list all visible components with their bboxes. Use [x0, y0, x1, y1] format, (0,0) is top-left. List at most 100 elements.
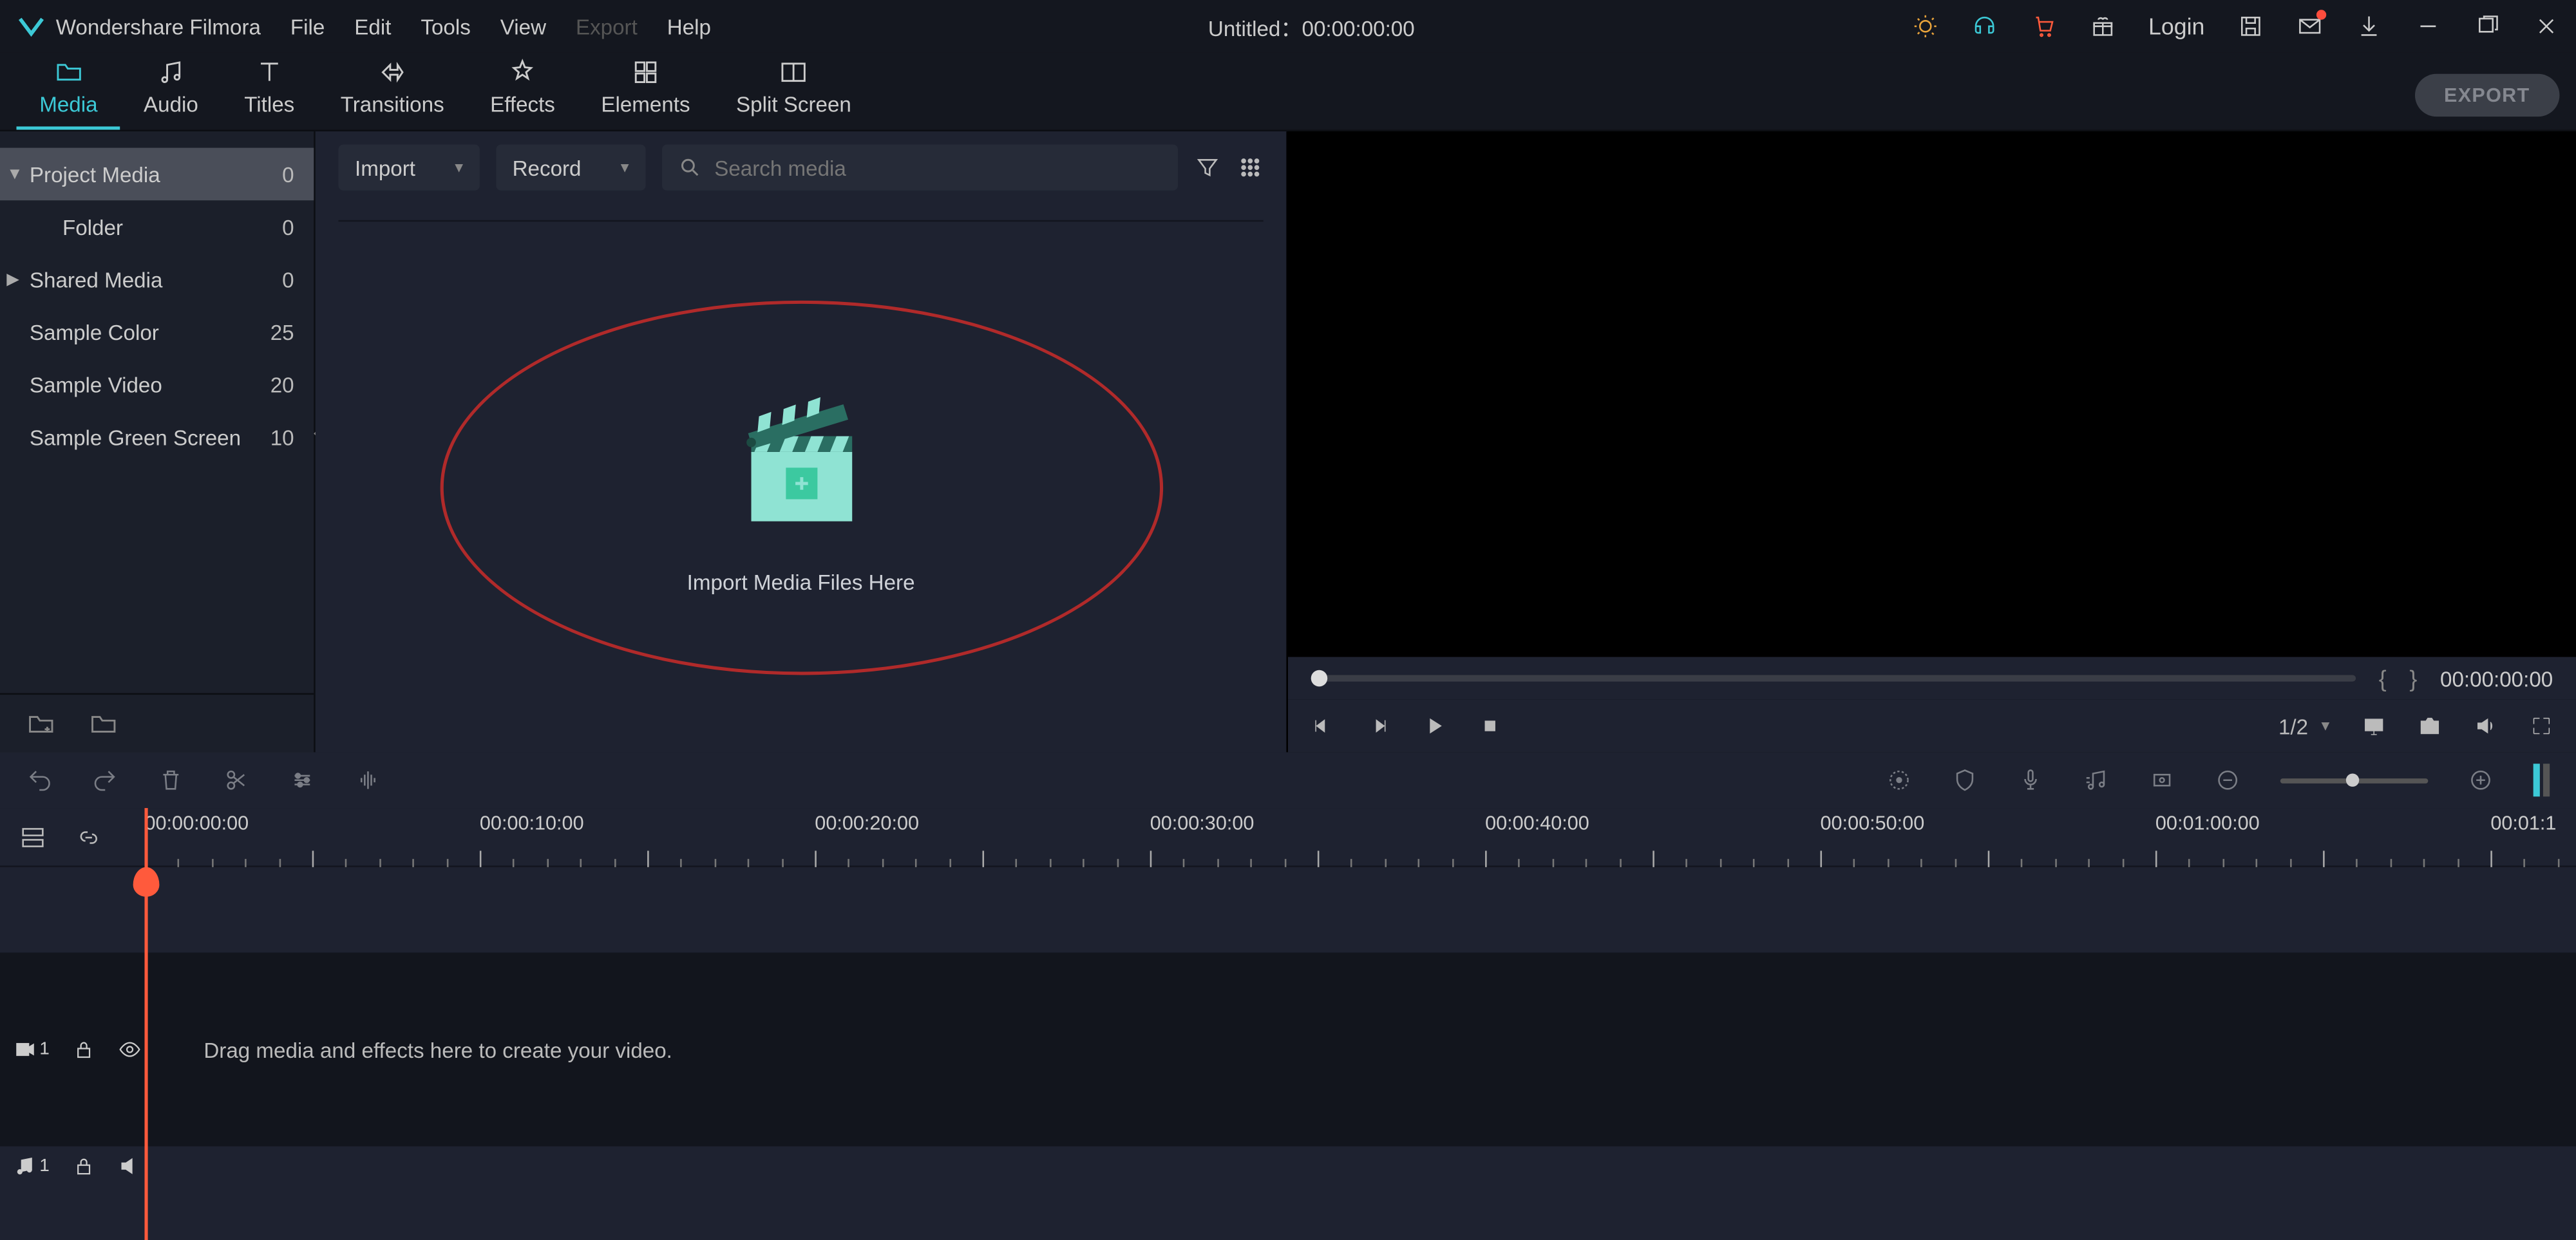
snapshot-icon[interactable]	[2418, 715, 2441, 738]
clapperboard-icon	[722, 379, 880, 537]
time-ruler[interactable]: 00:00:00:0000:00:10:0000:00:20:0000:00:3…	[144, 807, 2575, 867]
mute-icon[interactable]	[118, 1154, 142, 1178]
play-icon[interactable]	[1423, 715, 1446, 738]
window-maximize-icon[interactable]	[2474, 13, 2501, 39]
next-frame-icon[interactable]	[1367, 715, 1390, 738]
tab-titles[interactable]: Titles	[222, 51, 317, 129]
video-preview[interactable]	[1288, 131, 2576, 657]
tab-effects[interactable]: Effects	[467, 51, 578, 129]
window-minimize-icon[interactable]	[2415, 13, 2441, 39]
title-bar: Wondershare Filmora File Edit Tools View Exp…	[0, 0, 2576, 53]
ruler-label: 00:00:00:00	[144, 811, 249, 834]
grid-view-icon[interactable]	[1237, 155, 1264, 181]
menu-view[interactable]: View	[500, 14, 546, 39]
redo-icon[interactable]	[92, 767, 118, 793]
ruler-label: 00:00:40:00	[1485, 811, 1589, 834]
gift-icon[interactable]	[2089, 13, 2116, 39]
app-logo-icon	[17, 12, 46, 41]
download-icon[interactable]	[2356, 13, 2382, 39]
preview-scrub-slider[interactable]	[1311, 675, 2356, 681]
tab-split-screen[interactable]: Split Screen	[713, 51, 874, 129]
voiceover-icon[interactable]	[2018, 767, 2044, 793]
preview-timecode: 00:00:00:00	[2440, 666, 2553, 690]
media-panel: Import▾ Record▾	[316, 131, 1288, 752]
audio-mixer-icon[interactable]	[2083, 767, 2110, 793]
ruler-label: 00:01:1	[2490, 811, 2556, 834]
sidebar-item-folder[interactable]: Folder0	[0, 200, 314, 253]
module-tabs: MediaAudioTitlesTransitionsEffectsElemen…	[0, 53, 2576, 131]
crop-icon[interactable]	[2149, 767, 2175, 793]
lock-icon[interactable]	[73, 1038, 96, 1061]
display-icon[interactable]	[2362, 715, 2385, 738]
support-icon[interactable]	[1971, 13, 1998, 39]
media-sidebar: ▼Project Media0Folder0▶Shared Media0Samp…	[0, 131, 316, 752]
document-title: Untitled：00:00:00:00	[711, 11, 1912, 42]
render-icon[interactable]	[1886, 767, 1913, 793]
menu-edit[interactable]: Edit	[354, 14, 391, 39]
tips-icon[interactable]	[1912, 13, 1938, 39]
app-name: Wondershare Filmora	[56, 14, 261, 39]
sidebar-item-shared-media[interactable]: ▶Shared Media0	[0, 253, 314, 306]
main-menu: File Edit Tools View Export Help	[290, 14, 711, 39]
zoom-in-icon[interactable]	[2468, 767, 2494, 793]
preview-panel: { } 00:00:00:00 1/2▾	[1288, 131, 2576, 752]
volume-icon[interactable]	[2474, 715, 2497, 738]
sidebar-item-sample-video[interactable]: Sample Video20	[0, 358, 314, 411]
sidebar-item-sample-green-screen[interactable]: Sample Green Screen10	[0, 411, 314, 464]
save-icon[interactable]	[2237, 13, 2264, 39]
window-close-icon[interactable]	[2533, 13, 2560, 39]
video-track-label: 1	[13, 1038, 49, 1061]
marker-shield-icon[interactable]	[1952, 767, 1978, 793]
sidebar-item-sample-color[interactable]: Sample Color25	[0, 305, 314, 358]
search-media-input[interactable]	[662, 144, 1178, 190]
audio-track-label: 1	[13, 1154, 49, 1178]
audio-edit-icon[interactable]	[355, 767, 381, 793]
delete-icon[interactable]	[158, 767, 184, 793]
ruler-label: 00:01:00:00	[2155, 811, 2260, 834]
stop-icon[interactable]	[1479, 715, 1502, 738]
export-button: EXPORT	[2414, 74, 2559, 117]
mark-out-button[interactable]: }	[2409, 665, 2417, 691]
ruler-label: 00:00:30:00	[1150, 811, 1255, 834]
new-folder-icon[interactable]	[26, 709, 56, 738]
media-drop-zone[interactable]: Import Media Files Here	[339, 220, 1264, 753]
zoom-out-icon[interactable]	[2215, 767, 2241, 793]
lock-icon[interactable]	[73, 1154, 96, 1178]
split-icon[interactable]	[223, 767, 250, 793]
adjust-icon[interactable]	[289, 767, 316, 793]
tab-transitions[interactable]: Transitions	[317, 51, 467, 129]
mail-icon[interactable]	[2297, 13, 2323, 39]
tab-media[interactable]: Media	[17, 51, 121, 129]
login-button[interactable]: Login	[2148, 13, 2204, 39]
delete-folder-icon[interactable]	[89, 709, 118, 738]
audio-meter-icon[interactable]	[2533, 764, 2550, 796]
search-media-field[interactable]	[714, 155, 1161, 180]
preview-quality-dropdown[interactable]: 1/2▾	[2278, 713, 2329, 738]
track-manager-icon[interactable]	[20, 823, 46, 850]
menu-help[interactable]: Help	[667, 14, 711, 39]
playhead[interactable]	[144, 808, 147, 1240]
import-dropdown[interactable]: Import▾	[339, 144, 480, 190]
mark-in-button[interactable]: {	[2379, 665, 2387, 691]
record-dropdown[interactable]: Record▾	[496, 144, 645, 190]
cart-icon[interactable]	[2030, 13, 2056, 39]
sidebar-item-project-media[interactable]: ▼Project Media0	[0, 148, 314, 201]
filter-icon[interactable]	[1195, 155, 1221, 181]
zoom-slider[interactable]	[2280, 778, 2429, 783]
menu-file[interactable]: File	[290, 14, 325, 39]
timeline: 00:00:00:0000:00:10:0000:00:20:0000:00:3…	[0, 808, 2576, 1240]
timeline-toolbar	[0, 752, 2576, 808]
tab-audio[interactable]: Audio	[120, 51, 221, 129]
tab-elements[interactable]: Elements	[578, 51, 714, 129]
visibility-icon[interactable]	[118, 1038, 142, 1061]
track-placeholder: Drag media and effects here to create yo…	[144, 1037, 2575, 1062]
video-track[interactable]: 1 Drag media and effects here to create …	[0, 953, 2576, 1147]
fullscreen-icon[interactable]	[2530, 715, 2553, 738]
ruler-label: 00:00:10:00	[480, 811, 584, 834]
link-icon[interactable]	[75, 823, 102, 850]
menu-export: Export	[576, 14, 638, 39]
menu-tools[interactable]: Tools	[421, 14, 470, 39]
prev-frame-icon[interactable]	[1311, 715, 1334, 738]
drop-label: Import Media Files Here	[687, 570, 915, 594]
undo-icon[interactable]	[26, 767, 53, 793]
